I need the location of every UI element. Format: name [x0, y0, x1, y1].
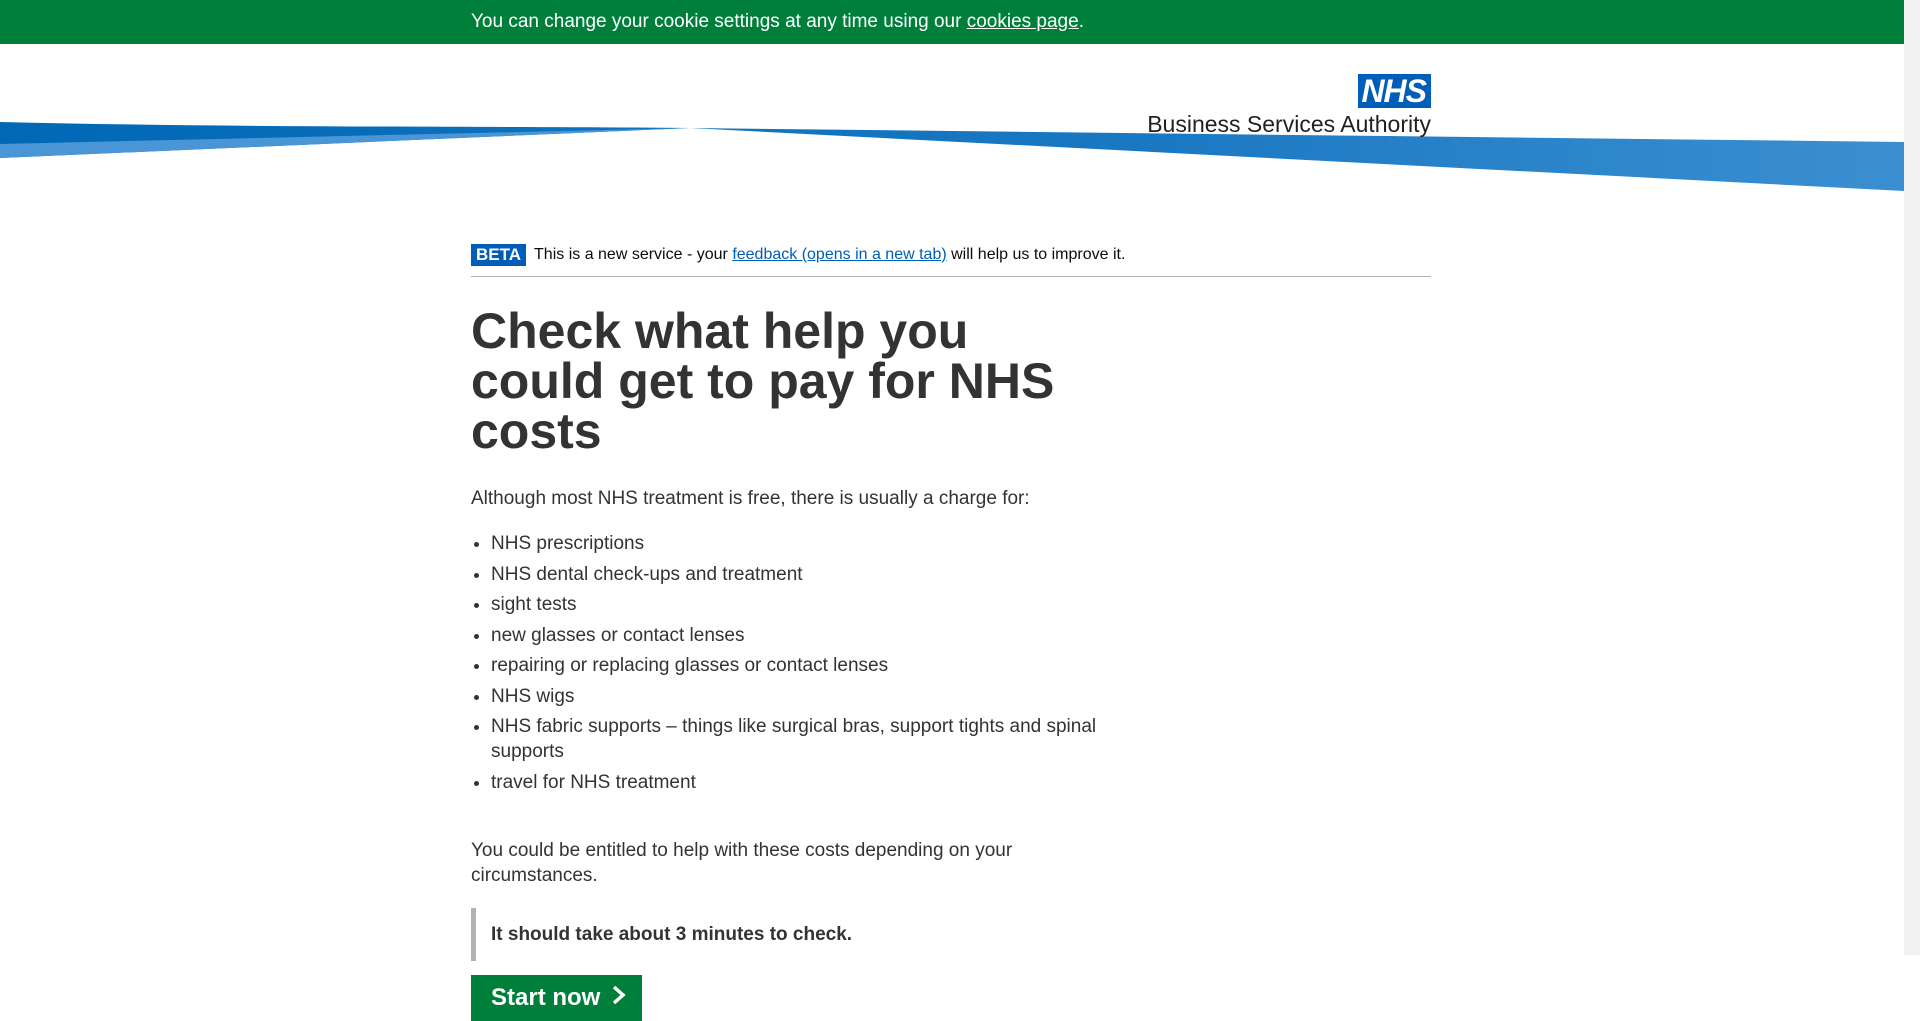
entitlement-paragraph: You could be entitled to help with these…	[471, 839, 1013, 886]
list-item: NHS dental check-ups and treatment	[491, 562, 1111, 587]
list-item: NHS fabric supports – things like surgic…	[491, 714, 1111, 764]
main-content: BETA This is a new service - your feedba…	[471, 244, 1431, 1021]
phase-text-after: will help us to improve it.	[951, 246, 1126, 263]
list-item: repairing or replacing glasses or contac…	[491, 653, 1111, 678]
page-title: Check what help you could get to pay for…	[471, 303, 1055, 459]
header-swoosh-graphic	[0, 122, 1904, 191]
chevron-right-icon	[612, 983, 626, 1013]
list-item: travel for NHS treatment	[491, 770, 1111, 795]
list-item: NHS wigs	[491, 684, 1111, 709]
phase-banner-text: This is a new service - your feedback (o…	[534, 244, 1125, 266]
nhsbsa-logo-link[interactable]: NHS Business Services Authority	[1147, 74, 1431, 138]
phase-text-before: This is a new service - your	[534, 246, 728, 263]
cookie-message: You can change your cookie settings at a…	[471, 11, 1084, 33]
cookie-banner: You can change your cookie settings at a…	[0, 0, 1904, 44]
feedback-link[interactable]: feedback (opens in a new tab)	[732, 246, 946, 263]
phase-banner: BETA This is a new service - your feedba…	[471, 244, 1431, 277]
list-item: new glasses or contact lenses	[491, 623, 1111, 648]
cookies-page-link[interactable]: cookies page	[967, 11, 1079, 32]
cookie-suffix: .	[1078, 11, 1084, 32]
start-now-button[interactable]: Start now	[471, 974, 643, 1021]
beta-tag: BETA	[471, 244, 527, 266]
page-scrollbar[interactable]	[1904, 0, 1920, 955]
site-header: NHS Business Services Authority	[0, 44, 1904, 234]
start-button-label: Start now	[491, 983, 601, 1011]
inset-text: It should take about 3 minutes to check.	[471, 907, 1431, 961]
list-item: NHS prescriptions	[491, 531, 1111, 556]
nhs-logo: NHS	[1358, 74, 1431, 108]
org-name: Business Services Authority	[1147, 111, 1431, 137]
list-item: sight tests	[491, 592, 1111, 617]
costs-list: NHS prescriptions NHS dental check-ups a…	[471, 531, 1111, 795]
cookie-text: You can change your cookie settings at a…	[471, 11, 962, 32]
lead-paragraph: Although most NHS treatment is free, the…	[471, 488, 1030, 509]
